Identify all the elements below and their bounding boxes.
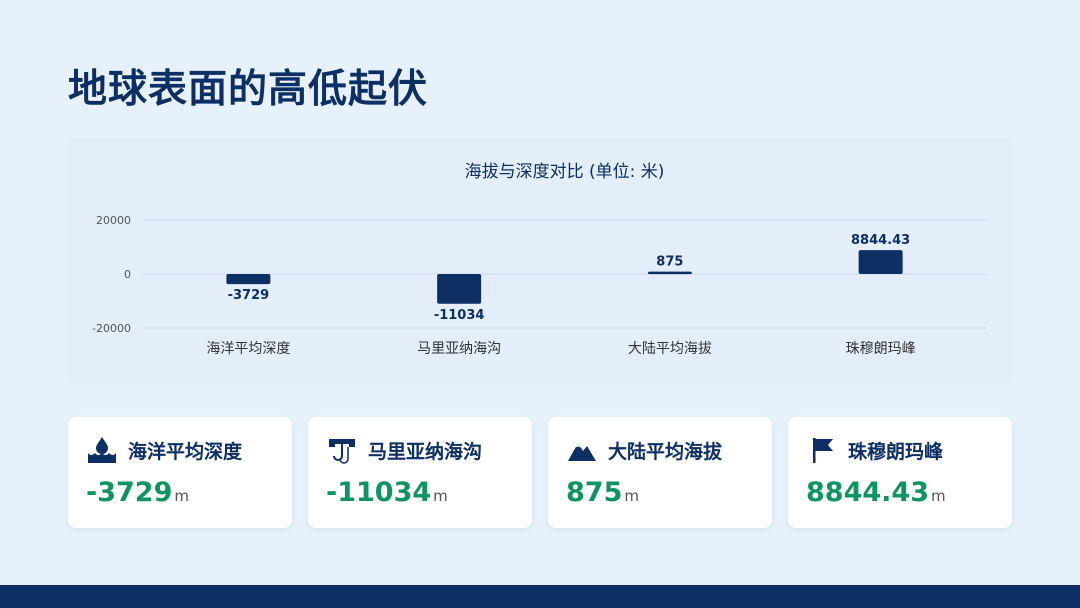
chart-panel: 海拔与深度对比 (单位: 米) 20000 0 -20000 -3729 海洋平均深度 -1…	[68, 138, 1012, 384]
card-value-number: -11034	[326, 477, 432, 508]
card-ocean-depth: 海洋平均深度 -3729 m	[68, 417, 292, 528]
card-value-unit: m	[174, 487, 189, 505]
card-label: 大陆平均海拔	[608, 441, 723, 463]
card-value: 875 m	[566, 477, 639, 508]
bar-3	[647, 271, 692, 275]
footer-bar	[0, 585, 1080, 608]
x-tick-label: 大陆平均海拔	[628, 341, 712, 357]
x-tick-label: 马里亚纳海沟	[417, 341, 501, 357]
bar-4	[858, 250, 903, 274]
y-tick-label: -20000	[92, 322, 131, 335]
card-value-unit: m	[930, 487, 946, 505]
card-label: 马里亚纳海沟	[368, 441, 483, 463]
mountain-icon	[568, 443, 596, 461]
x-tick-label: 珠穆朗玛峰	[846, 341, 916, 357]
bar-1	[226, 274, 271, 285]
card-value-number: -3729	[86, 477, 173, 508]
card-value-number: 875	[566, 477, 623, 508]
card-value-unit: m	[433, 487, 448, 505]
water-drop-icon	[88, 437, 116, 463]
card-value-number: 8844.43	[806, 477, 929, 508]
card-label: 海洋平均深度	[128, 441, 243, 463]
card-value: -3729 m	[86, 477, 189, 508]
bar-2	[437, 274, 482, 304]
card-everest: 珠穆朗玛峰 8844.43 m	[788, 417, 1012, 528]
data-label: -11034	[434, 308, 485, 323]
card-value-unit: m	[624, 487, 639, 505]
card-continental-elevation: 大陆平均海拔 875 m	[548, 417, 772, 528]
trench-hook-icon	[329, 439, 355, 464]
bar-chart: 海拔与深度对比 (单位: 米) 20000 0 -20000 -3729 海洋平均深度 -1…	[92, 162, 986, 357]
x-tick-label: 海洋平均深度	[206, 341, 290, 357]
page-title: 地球表面的高低起伏	[68, 67, 429, 112]
y-tick-label: 0	[124, 268, 131, 281]
y-tick-label: 20000	[96, 214, 131, 227]
data-label: 875	[656, 255, 683, 270]
chart-title: 海拔与深度对比 (单位: 米)	[465, 162, 665, 182]
card-value: -11034 m	[326, 477, 448, 508]
data-label: 8844.43	[851, 233, 910, 248]
card-value: 8844.43 m	[806, 477, 946, 508]
card-mariana-trench: 马里亚纳海沟 -11034 m	[308, 417, 532, 528]
card-label: 珠穆朗玛峰	[848, 441, 944, 463]
flag-icon	[813, 438, 833, 463]
data-label: -3729	[228, 288, 270, 303]
